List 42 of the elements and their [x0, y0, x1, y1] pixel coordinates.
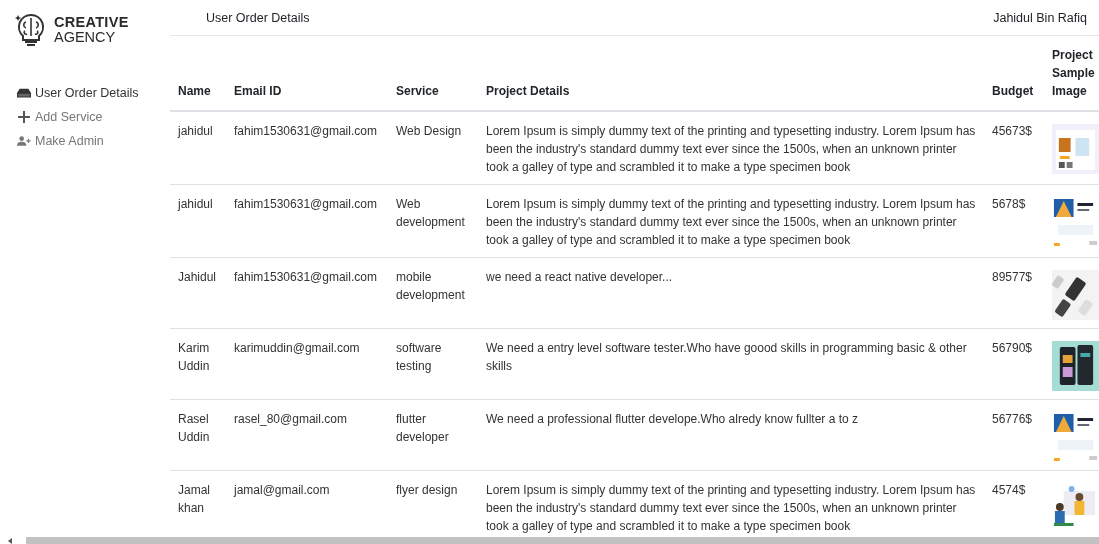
scroll-left-icon[interactable]: [6, 538, 14, 544]
table-cell: 56776$: [984, 399, 1044, 471]
table-cell: flutter developer: [388, 399, 478, 471]
user-name: Jahidul Bin Rafiq: [993, 11, 1087, 27]
table-cell: Jahidul: [170, 257, 226, 329]
table-cell: We need a professional flutter develope.Who alredy know fullter a to z: [478, 399, 984, 471]
table-cell: jahidul: [170, 111, 226, 185]
table-cell: 89577$: [984, 257, 1044, 329]
user-plus-icon: [17, 135, 31, 147]
sidebar-item[interactable]: Add Service: [17, 108, 170, 126]
sidebar-item[interactable]: Make Admin: [17, 132, 170, 150]
table-cell: software testing: [388, 328, 478, 400]
table-cell: 45673$: [984, 111, 1044, 185]
brand-subtitle: AGENCY: [54, 30, 117, 45]
sidebar-item[interactable]: User Order Details: [17, 84, 170, 102]
brand-name: CREATIVE: [54, 15, 129, 30]
table-cell: Web Design: [388, 111, 478, 185]
table-cell: Lorem Ipsum is simply dummy text of the printing and typesetting industry. Lorem Ipsum has been the industry's standard dummy text ever since the 1500s, when an unknown printer took a galley of type and scrambled it to make a type specimen book: [478, 184, 984, 258]
table-cell: fahim1530631@gmail.com: [226, 257, 388, 329]
column-header: Project Sample Image: [1044, 36, 1099, 111]
table-cell: Rasel Uddin: [170, 399, 226, 471]
page-title: User Order Details: [206, 11, 310, 27]
table-cell: Web development: [388, 184, 478, 258]
column-header: Email ID: [226, 36, 388, 111]
table-cell: 5678$: [984, 184, 1044, 258]
table-cell: rasel_80@gmail.com: [226, 399, 388, 471]
table-cell: karimuddin@gmail.com: [226, 328, 388, 400]
column-header: Project Details: [478, 36, 984, 111]
table-cell: Lorem Ipsum is simply dummy text of the printing and typesetting industry. Lorem Ipsum has been the industry's standard dummy text ever since the 1500s, when an unknown printer took a galley of type and scrambled it to make a type specimen book: [478, 111, 984, 185]
table-cell: fahim1530631@gmail.com: [226, 111, 388, 185]
column-header: Budget: [984, 36, 1044, 111]
table-cell: jahidul: [170, 184, 226, 258]
table-cell: mobile development: [388, 257, 478, 329]
column-header: Name: [170, 36, 226, 111]
table-cell: Karim Uddin: [170, 328, 226, 400]
table-cell: We need a entry level software tester.Who have goood skills in programming basic & other skills: [478, 328, 984, 400]
table-cell: fahim1530631@gmail.com: [226, 184, 388, 258]
drive-icon: [17, 87, 31, 99]
table-cell: we need a react native developer...: [478, 257, 984, 329]
table-cell: 56790$: [984, 328, 1044, 400]
plus-icon: [17, 111, 31, 123]
column-header: Service: [388, 36, 478, 111]
